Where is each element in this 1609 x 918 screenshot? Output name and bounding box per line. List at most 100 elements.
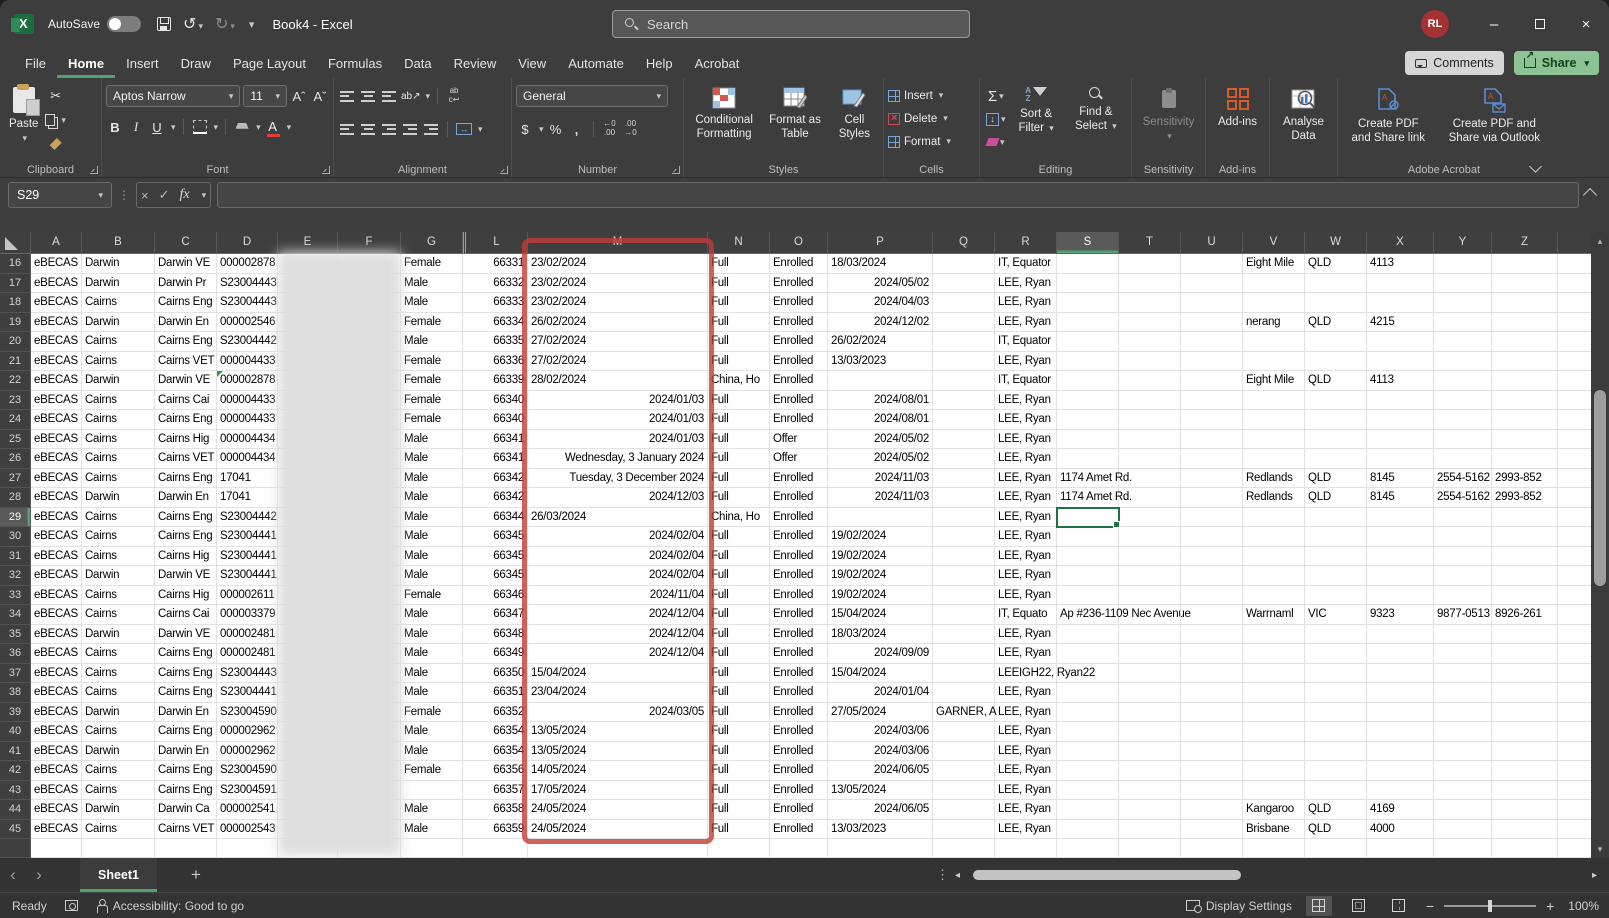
sheet-tab-sheet1[interactable]: Sheet1 — [80, 858, 157, 892]
cell-T24[interactable] — [1119, 410, 1181, 430]
row-header-19[interactable]: 19 — [0, 313, 31, 333]
cell-R42[interactable]: LEE, Ryan — [995, 761, 1057, 781]
cell-P39[interactable]: 27/05/2024 — [828, 703, 933, 723]
cell-L18[interactable]: 66333 — [463, 293, 528, 313]
scroll-right-icon[interactable]: ▸ — [1583, 870, 1597, 881]
top-align-button[interactable] — [338, 87, 356, 105]
cell-Y26[interactable] — [1434, 449, 1492, 469]
cell-M16[interactable]: 23/02/2024 — [528, 254, 708, 274]
cell-R44[interactable]: LEE, Ryan — [995, 800, 1057, 820]
find-select-button[interactable]: Find & Select ▾ — [1065, 83, 1127, 161]
cell-R40[interactable]: LEE, Ryan — [995, 722, 1057, 742]
cell-O32[interactable]: Enrolled — [770, 566, 828, 586]
cell-O24[interactable]: Enrolled — [770, 410, 828, 430]
cell-F24[interactable] — [338, 410, 401, 430]
cell-A18[interactable]: eBECAS La — [31, 293, 82, 313]
cell-G25[interactable]: Male — [401, 430, 463, 450]
cell-D25[interactable]: 000004434 — [217, 430, 278, 450]
cell-S30[interactable] — [1057, 527, 1119, 547]
cell-R20[interactable]: IT, Equator — [995, 332, 1057, 352]
cell-V35[interactable] — [1243, 625, 1305, 645]
cell-Q22[interactable] — [933, 371, 995, 391]
cell-Y32[interactable] — [1434, 566, 1492, 586]
column-header-C[interactable]: C — [155, 232, 217, 254]
paste-button[interactable]: Paste▾ — [4, 83, 43, 161]
cell-X37[interactable] — [1367, 664, 1434, 684]
cell-Q17[interactable] — [933, 274, 995, 294]
cell-Z16[interactable] — [1492, 254, 1558, 274]
cell-F28[interactable] — [338, 488, 401, 508]
format-cells-button[interactable]: Format▾ — [888, 131, 975, 152]
cell-S29[interactable] — [1057, 508, 1119, 528]
cell-Y39[interactable] — [1434, 703, 1492, 723]
cell-U29[interactable] — [1181, 508, 1243, 528]
cell-U23[interactable] — [1181, 391, 1243, 411]
insert-function-button[interactable]: fx — [180, 187, 190, 203]
row-header-35[interactable]: 35 — [0, 625, 31, 645]
cell-F31[interactable] — [338, 547, 401, 567]
cell-G40[interactable]: Male — [401, 722, 463, 742]
fill-button[interactable]: ↓▾ — [986, 110, 1006, 128]
cell-Y36[interactable] — [1434, 644, 1492, 664]
cell-S40[interactable] — [1057, 722, 1119, 742]
cell-V41[interactable] — [1243, 742, 1305, 762]
cell-L41[interactable]: 66354 — [463, 742, 528, 762]
cell-N31[interactable]: Full — [708, 547, 770, 567]
cell-S33[interactable] — [1057, 586, 1119, 606]
cell-G37[interactable]: Male — [401, 664, 463, 684]
cell-Q39[interactable]: GARNER, A — [933, 703, 995, 723]
cell-X42[interactable] — [1367, 761, 1434, 781]
menu-tab-acrobat[interactable]: Acrobat — [684, 48, 751, 78]
menu-tab-formulas[interactable]: Formulas — [317, 48, 393, 78]
cell-E32[interactable] — [278, 566, 338, 586]
cell-N34[interactable]: Full — [708, 605, 770, 625]
cell-D39[interactable]: S23004590 — [217, 703, 278, 723]
orientation-button[interactable]: ab↗ — [401, 87, 421, 105]
cell-G33[interactable]: Female — [401, 586, 463, 606]
cell-A42[interactable]: eBECAS La — [31, 761, 82, 781]
cell-G28[interactable]: Male — [401, 488, 463, 508]
cell-B25[interactable]: Cairns — [82, 430, 155, 450]
cell-B36[interactable]: Cairns — [82, 644, 155, 664]
cell-C40[interactable]: Cairns Eng — [155, 722, 217, 742]
cell-W27[interactable]: QLD — [1305, 469, 1367, 489]
cell-G24[interactable]: Female — [401, 410, 463, 430]
cell-W41[interactable] — [1305, 742, 1367, 762]
cell-R17[interactable]: LEE, Ryan — [995, 274, 1057, 294]
cell-L31[interactable]: 66345 — [463, 547, 528, 567]
cell-N42[interactable]: Full — [708, 761, 770, 781]
cell-B34[interactable]: Cairns — [82, 605, 155, 625]
cell-A23[interactable]: eBECAS La — [31, 391, 82, 411]
column-header-R[interactable]: R — [995, 232, 1057, 254]
cell-B22[interactable]: Darwin — [82, 371, 155, 391]
comma-format-button[interactable]: , — [568, 120, 586, 138]
cell-D24[interactable]: 000004433 — [217, 410, 278, 430]
cell-F29[interactable] — [338, 508, 401, 528]
cell-U19[interactable] — [1181, 313, 1243, 333]
cell-P44[interactable]: 2024/06/05 — [828, 800, 933, 820]
cell-Z17[interactable] — [1492, 274, 1558, 294]
cell-V20[interactable] — [1243, 332, 1305, 352]
zoom-out-button[interactable]: − — [1426, 898, 1434, 914]
cell-O36[interactable]: Enrolled — [770, 644, 828, 664]
cell-S36[interactable] — [1057, 644, 1119, 664]
redo-button[interactable]: ↻▾ — [215, 14, 235, 34]
cell-F32[interactable] — [338, 566, 401, 586]
row-header-45[interactable]: 45 — [0, 820, 31, 840]
cell-B40[interactable]: Cairns — [82, 722, 155, 742]
cell-F44[interactable] — [338, 800, 401, 820]
row-header-18[interactable]: 18 — [0, 293, 31, 313]
cell-P36[interactable]: 2024/09/09 — [828, 644, 933, 664]
cell-V26[interactable] — [1243, 449, 1305, 469]
increase-font-size-button[interactable]: Aˆ — [290, 87, 308, 105]
cell-P43[interactable]: 13/05/2024 — [828, 781, 933, 801]
cell-M35[interactable]: 2024/12/04 — [528, 625, 708, 645]
menu-tab-view[interactable]: View — [507, 48, 557, 78]
cell-R45[interactable]: LEE, Ryan — [995, 820, 1057, 840]
cell-B38[interactable]: Cairns — [82, 683, 155, 703]
cell-Z42[interactable] — [1492, 761, 1558, 781]
menu-tab-data[interactable]: Data — [393, 48, 442, 78]
macro-record-icon[interactable] — [65, 900, 78, 911]
cell-E41[interactable] — [278, 742, 338, 762]
cell-T27[interactable] — [1119, 469, 1181, 489]
